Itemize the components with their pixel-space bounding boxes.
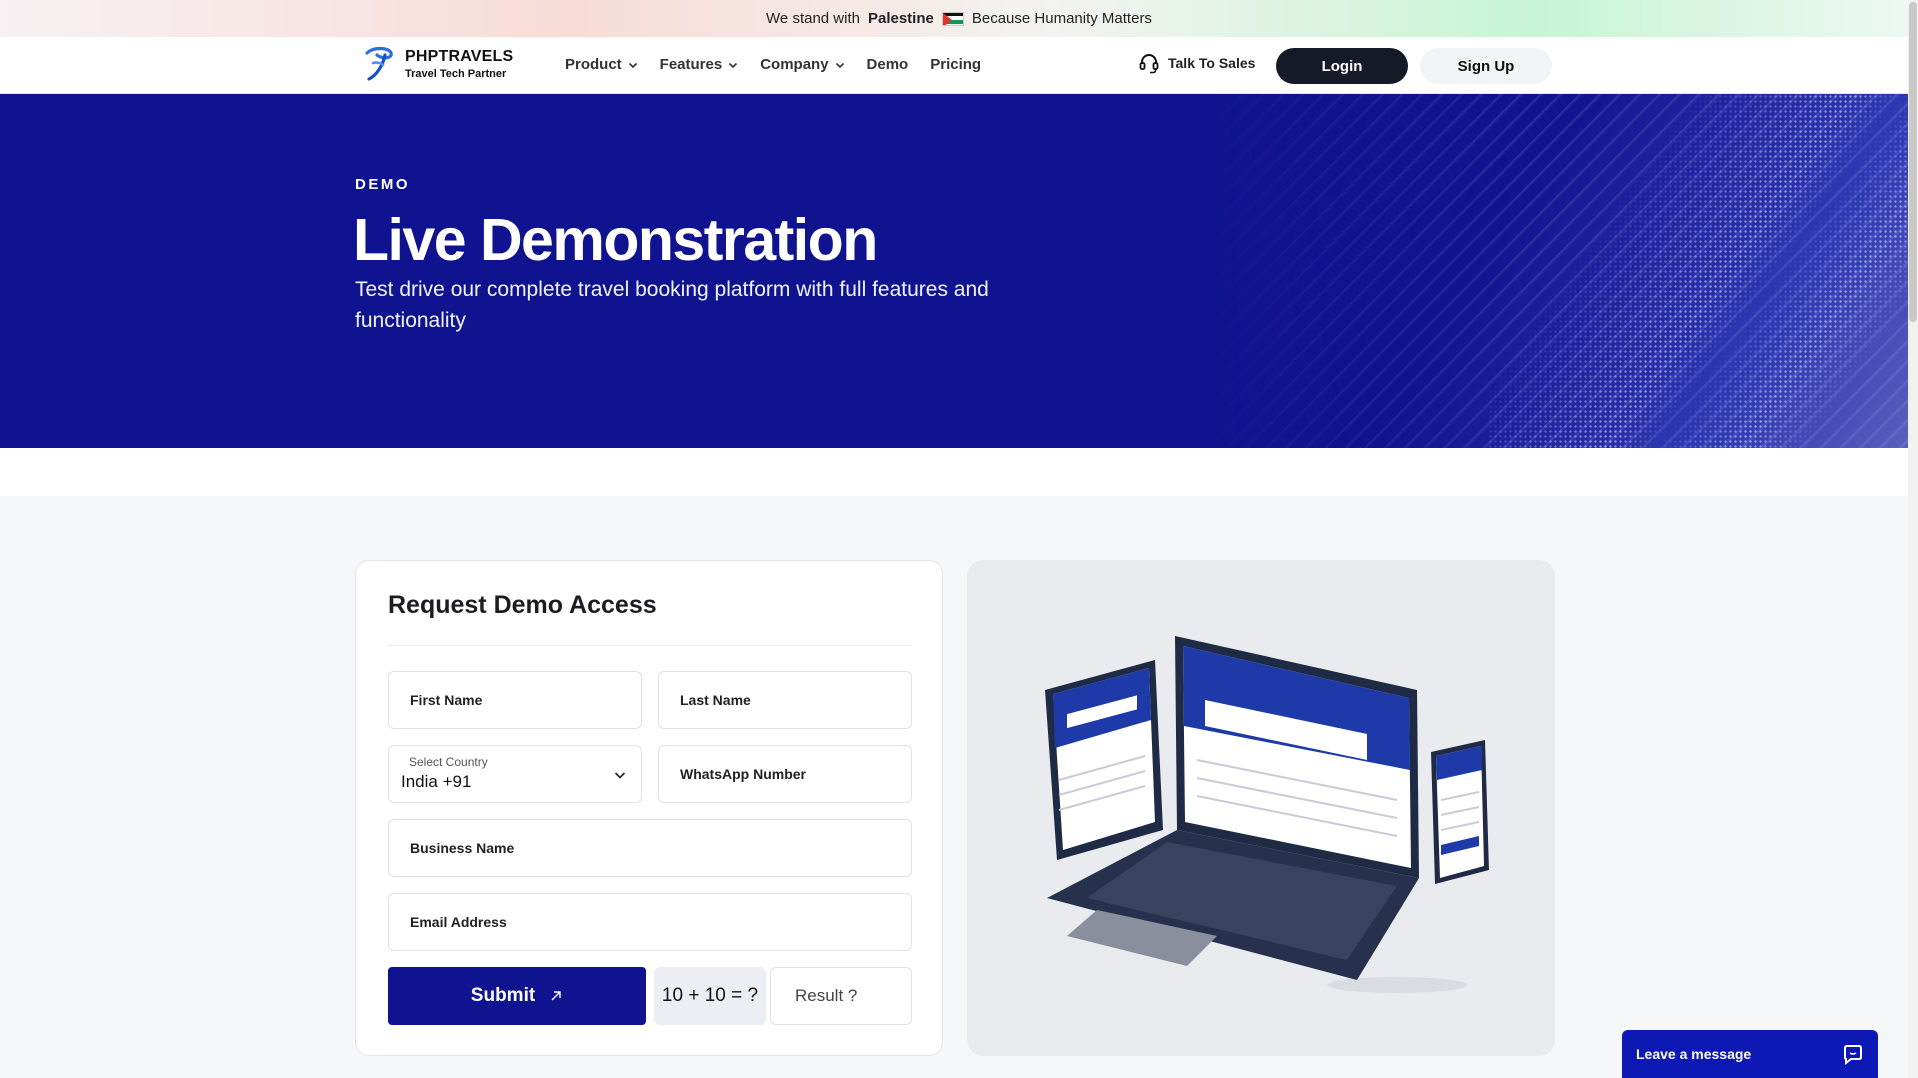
whatsapp-number-field[interactable]: WhatsApp Number: [658, 745, 912, 803]
login-button[interactable]: Login: [1276, 48, 1408, 84]
country-select[interactable]: Select Country India +91: [388, 745, 642, 803]
hero-description: Test drive our complete travel booking p…: [355, 278, 989, 332]
chevron-down-icon: [729, 62, 738, 68]
phone-device: [1431, 740, 1489, 884]
main-nav: Product Features Company Demo Pricing: [565, 56, 981, 73]
nav-demo[interactable]: Demo: [867, 56, 909, 73]
nav-company[interactable]: Company: [760, 56, 844, 73]
banner-highlight: Palestine: [867, 10, 934, 27]
site-header: PHPTRAVELS Travel Tech Partner Product F…: [0, 37, 1908, 94]
talk-to-sales-link[interactable]: Talk To Sales: [1138, 52, 1255, 74]
nav-product[interactable]: Product: [565, 56, 638, 73]
chevron-down-icon: [628, 62, 637, 68]
nav-features[interactable]: Features: [660, 56, 739, 73]
email-field[interactable]: Email Address: [388, 893, 912, 951]
chat-widget-button[interactable]: Leave a message: [1622, 1030, 1878, 1078]
form-divider: [388, 645, 912, 646]
tablet-device: [1045, 660, 1163, 860]
nav-demo-label: Demo: [866, 56, 909, 73]
submit-label: Submit: [470, 985, 536, 1006]
captcha-question: 10 + 10 = ?: [654, 967, 766, 1025]
hero-kicker: DEMO: [355, 176, 410, 193]
scrollbar-thumb[interactable]: [1909, 2, 1917, 322]
country-select-label: Select Country: [409, 755, 488, 769]
section-spacer: [0, 448, 1908, 496]
hero-dots-decoration: [1488, 94, 1908, 448]
first-name-field[interactable]: First Name: [388, 671, 642, 729]
nav-pricing-label: Pricing: [930, 56, 982, 73]
country-select-value: India +91: [401, 772, 472, 791]
business-name-field[interactable]: Business Name: [388, 819, 912, 877]
hero-section: DEMO Live Demonstration Test drive our c…: [0, 94, 1908, 448]
nav-features-label: Features: [659, 56, 723, 73]
submit-button[interactable]: Submit: [388, 967, 646, 1025]
chat-bubble-icon: [1844, 1045, 1862, 1065]
top-announcement-banner: We stand with Palestine Because Humanity…: [0, 0, 1918, 37]
chevron-down-icon: [835, 62, 844, 68]
chevron-down-icon: [614, 772, 626, 779]
logo-subtitle: Travel Tech Partner: [405, 68, 507, 80]
devices-showcase: [967, 560, 1555, 1056]
headset-icon: [1139, 54, 1159, 74]
signup-button[interactable]: Sign Up: [1420, 48, 1552, 84]
talk-to-sales-label: Talk To Sales: [1168, 55, 1256, 71]
form-title: Request Demo Access: [388, 591, 657, 619]
page-scrollbar[interactable]: [1908, 0, 1918, 1078]
banner-suffix: Because Humanity Matters: [971, 10, 1152, 27]
last-name-field[interactable]: Last Name: [658, 671, 912, 729]
nav-product-label: Product: [565, 56, 622, 73]
logo-title: PHPTRAVELS: [405, 48, 514, 65]
devices-illustration: [1045, 636, 1489, 993]
arrow-up-right-icon: [551, 991, 561, 1001]
nav-company-label: Company: [760, 56, 829, 73]
palestine-flag-icon: [941, 11, 964, 26]
page-title: Live Demonstration: [353, 207, 878, 273]
logo-link[interactable]: PHPTRAVELS Travel Tech Partner: [363, 45, 513, 83]
captcha-answer-field[interactable]: Result ?: [770, 967, 912, 1025]
phptravels-logo-icon: [365, 46, 393, 81]
banner-prefix: We stand with: [766, 10, 860, 27]
nav-pricing[interactable]: Pricing: [930, 56, 981, 73]
request-demo-form: Request Demo Access First Name Last Name…: [355, 560, 943, 1056]
chat-label: Leave a message: [1636, 1046, 1752, 1062]
